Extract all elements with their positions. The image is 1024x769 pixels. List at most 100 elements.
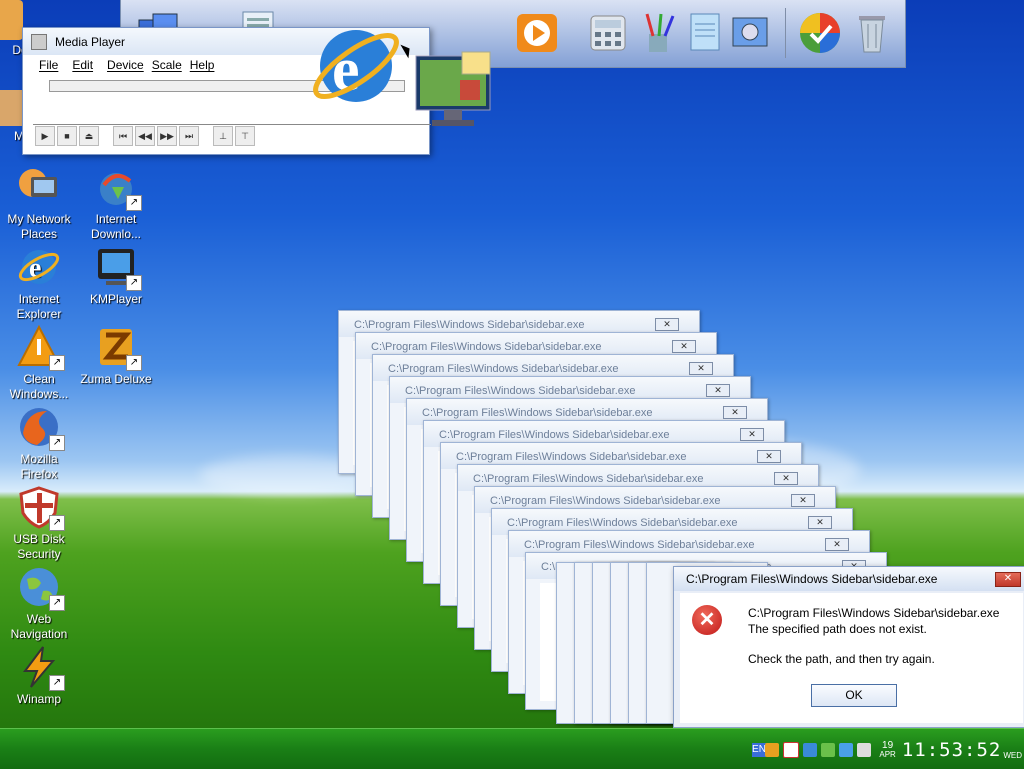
play-button[interactable]: ▶ bbox=[35, 126, 55, 146]
close-button[interactable]: ✕ bbox=[672, 340, 696, 353]
fast-forward-button[interactable]: ▶▶ bbox=[157, 126, 177, 146]
display-settings-icon[interactable] bbox=[414, 48, 496, 134]
shortcut-arrow-icon: ↗ bbox=[49, 675, 65, 691]
zuma-icon: ↗ bbox=[94, 325, 142, 371]
firefox-icon: ↗ bbox=[17, 405, 65, 451]
shortcut-arrow-icon: ↗ bbox=[126, 355, 142, 371]
error-x-icon: ✕ bbox=[692, 605, 722, 635]
desktop-icon-firefox[interactable]: ↗ Mozilla Firefox bbox=[1, 405, 77, 482]
media-center-play-icon[interactable] bbox=[515, 10, 561, 56]
folder-icon bbox=[0, 0, 23, 40]
menu-scale[interactable]: Scale bbox=[152, 58, 182, 72]
shortcut-arrow-icon: ↗ bbox=[49, 595, 65, 611]
desktop-icon-network-places[interactable]: My Network Places bbox=[1, 165, 77, 242]
next-track-button[interactable]: ⏭ bbox=[179, 126, 199, 146]
globe-icon: ↗ bbox=[17, 565, 65, 611]
date-display: 19 APR bbox=[879, 741, 895, 759]
tray-usb-icon[interactable] bbox=[803, 743, 818, 757]
icon-label: My Network Places bbox=[7, 212, 71, 241]
notepad-icon[interactable] bbox=[681, 10, 727, 56]
previous-track-button[interactable]: ⏮ bbox=[113, 126, 133, 146]
icon-label: Clean Windows... bbox=[9, 372, 69, 401]
playback-controls: ▶ ■ ⏏ ⏮ ◀◀ ▶▶ ⏭ ⊥ ⊤ bbox=[33, 124, 431, 147]
menu-help[interactable]: Help bbox=[190, 58, 215, 72]
windows-update-icon[interactable] bbox=[797, 10, 843, 56]
download-manager-icon: ↗ bbox=[94, 165, 142, 211]
warning-broom-icon: ↗ bbox=[17, 324, 65, 371]
recycle-bin-icon[interactable] bbox=[849, 10, 895, 56]
error-dialog[interactable]: C:\Program Files\Windows Sidebar\sidebar… bbox=[673, 566, 1024, 728]
tray-shield-icon[interactable] bbox=[783, 742, 800, 758]
shortcut-arrow-icon: ↗ bbox=[126, 195, 142, 211]
start-selection-button[interactable]: ⊥ bbox=[213, 126, 233, 146]
weekday: WED bbox=[1003, 750, 1022, 760]
control-panel-icon[interactable] bbox=[727, 10, 773, 56]
date-month: APR bbox=[879, 750, 896, 759]
desktop-icon-internet-explorer[interactable]: e Internet Explorer bbox=[1, 245, 77, 322]
menu-device[interactable]: Device bbox=[107, 58, 144, 72]
winamp-icon: ↗ bbox=[17, 645, 65, 691]
close-button[interactable]: ✕ bbox=[655, 318, 679, 331]
media-player-app-icon bbox=[31, 33, 47, 50]
icon-label: USB Disk Security bbox=[13, 532, 65, 561]
error-path-text: C:\Program Files\Windows Sidebar\sidebar… bbox=[748, 606, 1000, 620]
calculator-icon[interactable] bbox=[585, 10, 631, 56]
window-title: Media Player bbox=[55, 34, 126, 49]
close-button[interactable]: ✕ bbox=[808, 516, 832, 529]
close-button[interactable]: ✕ bbox=[706, 384, 730, 397]
internet-explorer-icon: e bbox=[17, 245, 61, 289]
icon-label: Winamp bbox=[16, 692, 61, 706]
close-button[interactable]: ✕ bbox=[757, 450, 781, 463]
shortcut-arrow-icon: ↗ bbox=[49, 355, 65, 371]
close-button[interactable]: ✕ bbox=[995, 572, 1021, 587]
computer-icon bbox=[0, 90, 23, 126]
desktop-icon-usb-disk-security[interactable]: ↗ USB Disk Security bbox=[1, 485, 77, 562]
icon-label: Internet Explorer bbox=[16, 292, 62, 321]
error-dialog-title[interactable]: C:\Program Files\Windows Sidebar\sidebar… bbox=[674, 567, 1024, 591]
shortcut-arrow-icon: ↗ bbox=[126, 275, 142, 291]
ok-button[interactable]: OK bbox=[811, 684, 897, 707]
icon-label: KMPlayer bbox=[89, 292, 142, 306]
desktop-icon-web-navigation[interactable]: ↗ Web Navigation bbox=[1, 565, 77, 642]
kmplayer-icon: ↗ bbox=[94, 245, 142, 291]
icon-label: Web Navigation bbox=[10, 612, 68, 641]
taskbar: EN 19 APR 11:53:52 WED bbox=[0, 728, 1024, 769]
system-tray: 19 APR 11:53:52 WED bbox=[763, 735, 1024, 765]
clock[interactable]: 11:53:52 bbox=[902, 739, 1002, 761]
error-reason-text: The specified path does not exist. bbox=[748, 622, 927, 636]
shortcut-arrow-icon: ↗ bbox=[49, 435, 65, 451]
icon-label: Zuma Deluxe bbox=[80, 372, 152, 386]
paint-brushes-icon[interactable] bbox=[635, 10, 681, 56]
icon-label: Mozilla Firefox bbox=[20, 452, 58, 481]
network-icon bbox=[17, 165, 61, 209]
stop-button[interactable]: ■ bbox=[57, 126, 77, 146]
desktop-icon-zuma-deluxe[interactable]: ↗ Zuma Deluxe bbox=[78, 325, 154, 387]
error-hint-text: Check the path, and then try again. bbox=[748, 652, 935, 666]
internet-explorer-dragged-icon[interactable]: e bbox=[306, 12, 402, 112]
close-button[interactable]: ✕ bbox=[774, 472, 798, 485]
shield-icon: ↗ bbox=[17, 485, 65, 531]
menu-file[interactable]: File bbox=[39, 58, 58, 72]
menu-edit[interactable]: Edit bbox=[72, 58, 93, 72]
tray-network-icon[interactable] bbox=[839, 743, 854, 757]
error-message: C:\Program Files\Windows Sidebar\sidebar… bbox=[748, 605, 999, 667]
rewind-button[interactable]: ◀◀ bbox=[135, 126, 155, 146]
error-dialog-body: ✕ C:\Program Files\Windows Sidebar\sideb… bbox=[680, 593, 1023, 723]
icon-label: Internet Downlo... bbox=[90, 212, 142, 241]
tray-zuma-icon[interactable] bbox=[765, 743, 780, 757]
close-button[interactable]: ✕ bbox=[825, 538, 849, 551]
close-button[interactable]: ✕ bbox=[791, 494, 815, 507]
close-button[interactable]: ✕ bbox=[723, 406, 747, 419]
desktop-icon-kmplayer[interactable]: ↗ KMPlayer bbox=[78, 245, 154, 307]
tray-volume-icon[interactable] bbox=[857, 743, 872, 757]
desktop-icon-winamp[interactable]: ↗ Winamp bbox=[1, 645, 77, 707]
desktop-icon-internet-download[interactable]: ↗ Internet Downlo... bbox=[78, 165, 154, 242]
close-button[interactable]: ✕ bbox=[740, 428, 764, 441]
close-button[interactable]: ✕ bbox=[689, 362, 713, 375]
end-selection-button[interactable]: ⊤ bbox=[235, 126, 255, 146]
dock-separator bbox=[785, 8, 786, 58]
tray-safely-remove-icon[interactable] bbox=[821, 743, 836, 757]
desktop-icon-clean-windows[interactable]: ↗ Clean Windows... bbox=[1, 324, 77, 402]
eject-button[interactable]: ⏏ bbox=[79, 126, 99, 146]
shortcut-arrow-icon: ↗ bbox=[49, 515, 65, 531]
